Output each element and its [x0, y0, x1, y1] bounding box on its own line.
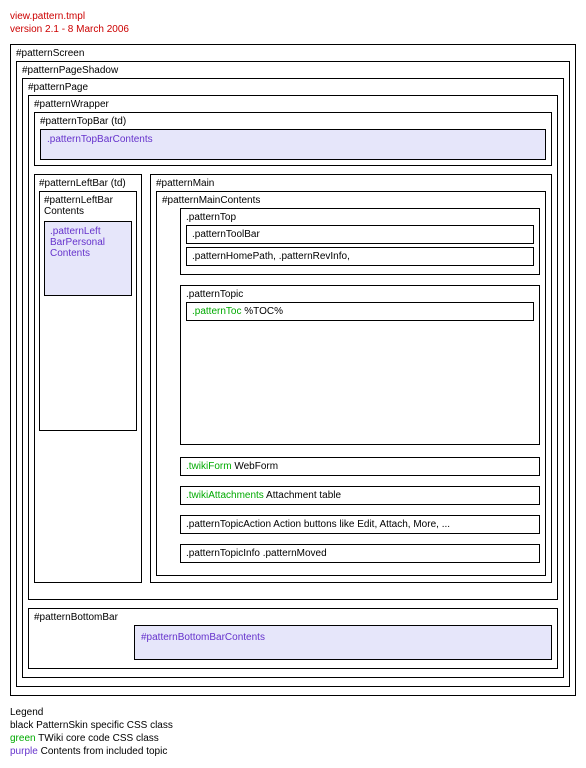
pattern-topic-info: .patternTopicInfo .patternMoved — [180, 544, 540, 563]
pattern-main-contents-label: #patternMainContents — [162, 195, 540, 206]
legend-black-text: PatternSkin specific CSS class — [33, 720, 173, 731]
personal-line-3: Contents — [50, 248, 126, 259]
personal-line-2: BarPersonal — [50, 237, 126, 248]
pattern-left-bar: #patternLeftBar (td) #patternLeftBar Con… — [34, 174, 142, 583]
twiki-form-text: WebForm — [232, 461, 279, 472]
pattern-bottom-bar-contents-label: #patternBottomBarContents — [141, 632, 265, 643]
pattern-main: #patternMain #patternMainContents .patte… — [150, 174, 552, 583]
legend-purple-text: Contents from included topic — [38, 746, 168, 757]
pattern-top-bar-contents: .patternTopBarContents — [40, 129, 546, 160]
legend-black-label: black — [10, 720, 33, 731]
pattern-page: #patternPage #patternWrapper #patternTop… — [22, 78, 564, 678]
pattern-top-bar: #patternTopBar (td) .patternTopBarConten… — [34, 112, 552, 166]
twiki-attachments: .twikiAttachments Attachment table — [180, 486, 540, 505]
pattern-toc: .patternToc %TOC% — [186, 302, 534, 321]
pattern-bottom-bar: #patternBottomBar #patternBottomBarConte… — [28, 608, 558, 669]
legend-green-label: green — [10, 733, 36, 744]
pattern-home-path-label: .patternHomePath, .patternRevInfo, — [192, 251, 350, 262]
twiki-attachments-text: Attachment table — [264, 490, 341, 501]
pattern-topic-label: .patternTopic — [186, 289, 534, 300]
pattern-wrapper: #patternWrapper #patternTopBar (td) .pat… — [28, 95, 558, 600]
pattern-toc-class: .patternToc — [192, 306, 241, 317]
pattern-top-label: .patternTop — [186, 212, 534, 223]
pattern-main-label: #patternMain — [156, 178, 546, 189]
legend-title: Legend — [10, 706, 576, 719]
pattern-top-bar-contents-label: .patternTopBarContents — [47, 134, 153, 145]
pattern-topic-action: .patternTopicAction Action buttons like … — [180, 515, 540, 534]
pattern-bottom-bar-contents: #patternBottomBarContents — [134, 625, 552, 660]
pattern-toc-text: %TOC% — [241, 306, 283, 317]
legend-green: green TWiki core code CSS class — [10, 732, 576, 745]
legend-green-text: TWiki core code CSS class — [36, 733, 159, 744]
legend-purple: purple Contents from included topic — [10, 745, 576, 758]
pattern-page-shadow: #patternPageShadow #patternPage #pattern… — [16, 61, 570, 687]
pattern-page-label: #patternPage — [28, 82, 558, 93]
pattern-main-contents: #patternMainContents .patternTop .patter… — [156, 191, 546, 576]
two-column-layout: #patternLeftBar (td) #patternLeftBar Con… — [34, 174, 552, 583]
file-name: view.pattern.tmpl — [10, 10, 576, 23]
header: view.pattern.tmpl version 2.1 - 8 March … — [10, 10, 576, 36]
pattern-bottom-bar-label: #patternBottomBar — [34, 612, 552, 623]
personal-line-1: .patternLeft — [50, 226, 126, 237]
pattern-left-bar-contents: #patternLeftBar Contents .patternLeft Ba… — [39, 191, 137, 431]
pattern-wrapper-label: #patternWrapper — [34, 99, 552, 110]
pattern-screen: #patternScreen #patternPageShadow #patte… — [10, 44, 576, 696]
pattern-left-bar-contents-label-1: #patternLeftBar — [44, 195, 132, 206]
legend-black: black PatternSkin specific CSS class — [10, 719, 576, 732]
pattern-topic: .patternTopic .patternToc %TOC% — [180, 285, 540, 445]
pattern-topic-info-label: .patternTopicInfo .patternMoved — [186, 548, 327, 559]
twiki-form: .twikiForm WebForm — [180, 457, 540, 476]
pattern-toolbar-label: .patternToolBar — [192, 229, 260, 240]
pattern-top-bar-label: #patternTopBar (td) — [40, 116, 546, 127]
legend: Legend black PatternSkin specific CSS cl… — [10, 706, 576, 758]
legend-purple-label: purple — [10, 746, 38, 757]
pattern-page-shadow-label: #patternPageShadow — [22, 65, 564, 76]
pattern-left-bar-personal-contents: .patternLeft BarPersonal Contents — [44, 221, 132, 296]
version: version 2.1 - 8 March 2006 — [10, 23, 576, 36]
pattern-screen-label: #patternScreen — [16, 48, 570, 59]
pattern-toolbar: .patternToolBar — [186, 225, 534, 244]
pattern-home-path: .patternHomePath, .patternRevInfo, — [186, 247, 534, 266]
twiki-form-class: .twikiForm — [186, 461, 232, 472]
twiki-attachments-class: .twikiAttachments — [186, 490, 264, 501]
pattern-left-bar-contents-label-2: Contents — [44, 206, 132, 217]
pattern-top: .patternTop .patternToolBar .patternHome… — [180, 208, 540, 275]
pattern-left-bar-label: #patternLeftBar (td) — [39, 178, 137, 189]
pattern-topic-action-label: .patternTopicAction Action buttons like … — [186, 519, 450, 530]
